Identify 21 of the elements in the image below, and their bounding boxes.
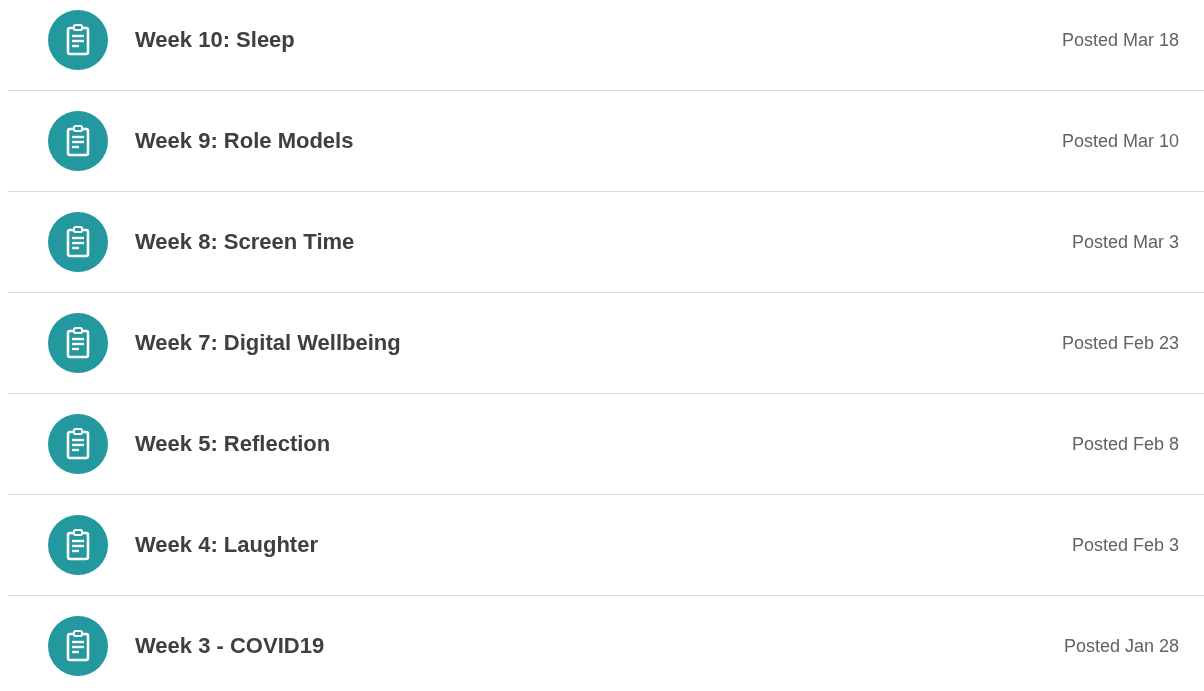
assignment-icon[interactable] bbox=[48, 313, 108, 373]
posted-date: Posted Jan 28 bbox=[1063, 635, 1179, 657]
assignment-title[interactable]: Week 8: Screen Time bbox=[135, 229, 1072, 255]
assignment-icon[interactable] bbox=[48, 616, 108, 676]
assignment-title[interactable]: Week 9: Role Models bbox=[135, 128, 1062, 154]
assignment-title[interactable]: Week 5: Reflection bbox=[135, 431, 1072, 457]
posted-date: Posted Feb 3 bbox=[1071, 534, 1179, 556]
posted-date: Posted Mar 18 bbox=[1061, 29, 1179, 51]
posted-date: Posted Feb 23 bbox=[1061, 332, 1179, 354]
posted-date: Posted Mar 10 bbox=[1061, 130, 1179, 152]
assignment-icon[interactable] bbox=[48, 111, 108, 171]
assignment-title[interactable]: Week 3 - COVID19 bbox=[135, 633, 1064, 659]
assignment-icon[interactable] bbox=[48, 414, 108, 474]
assignment-icon[interactable] bbox=[48, 212, 108, 272]
assignment-icon[interactable] bbox=[48, 515, 108, 575]
assignment-icon[interactable] bbox=[48, 10, 108, 70]
assignment-title[interactable]: Week 7: Digital Wellbeing bbox=[135, 330, 1062, 356]
assignment-title[interactable]: Week 4: Laughter bbox=[135, 532, 1072, 558]
assignment-title[interactable]: Week 10: Sleep bbox=[135, 27, 1062, 53]
posted-date: Posted Feb 8 bbox=[1071, 433, 1179, 455]
posted-date: Posted Mar 3 bbox=[1071, 231, 1179, 253]
